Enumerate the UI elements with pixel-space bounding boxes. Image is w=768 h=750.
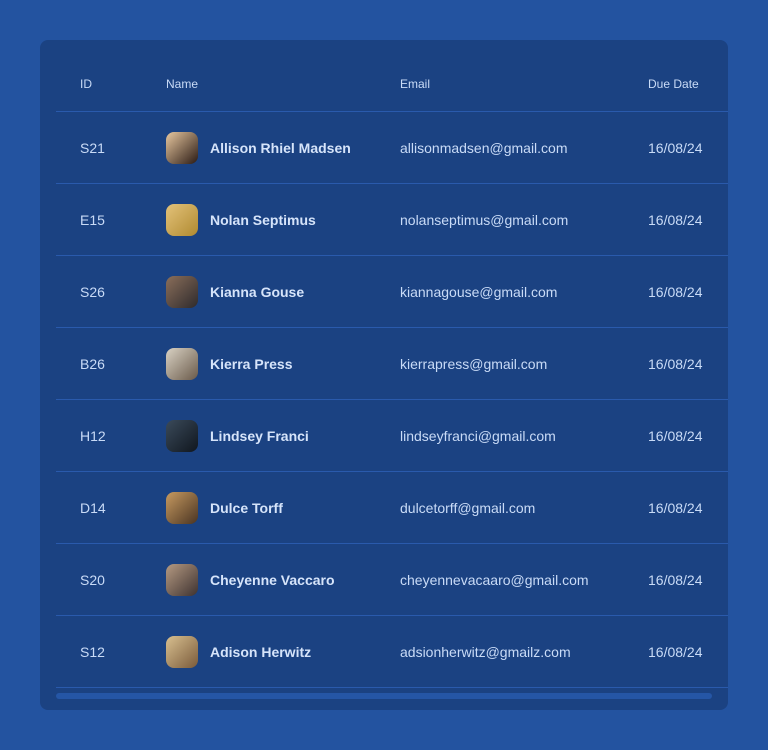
row-email: adsionherwitz@gmailz.com: [400, 643, 571, 660]
row-name-cell: Kierra Press: [166, 328, 293, 399]
row-email: lindseyfranci@gmail.com: [400, 427, 556, 444]
row-due-date: 16/08/24: [648, 427, 703, 444]
avatar: [166, 131, 198, 164]
header-id[interactable]: ID: [80, 56, 92, 111]
row-name: Cheyenne Vaccaro: [210, 571, 335, 588]
row-name: Dulce Torff: [210, 499, 283, 516]
row-email: dulcetorff@gmail.com: [400, 499, 536, 516]
row-id: B26: [80, 355, 105, 372]
row-id: S12: [80, 643, 105, 660]
avatar: [166, 419, 198, 452]
row-id: E15: [80, 211, 105, 228]
row-name: Nolan Septimus: [210, 211, 316, 228]
row-email: kierrapress@gmail.com: [400, 355, 548, 372]
avatar: [166, 203, 198, 236]
table-row[interactable]: B26 Kierra Press kierrapress@gmail.com 1…: [56, 328, 728, 400]
row-name: Adison Herwitz: [210, 643, 312, 660]
row-name: Kierra Press: [210, 355, 293, 372]
row-id: S26: [80, 283, 105, 300]
row-email: kiannagouse@gmail.com: [400, 283, 558, 300]
header-email[interactable]: Email: [400, 56, 430, 111]
row-name-cell: Allison Rhiel Madsen: [166, 112, 351, 183]
header-name[interactable]: Name: [166, 56, 198, 111]
data-table: ID Name Email Due Date S21 Allison Rhiel…: [56, 56, 728, 688]
row-name-cell: Lindsey Franci: [166, 400, 309, 471]
avatar: [166, 491, 198, 524]
row-name: Lindsey Franci: [210, 427, 309, 444]
row-due-date: 16/08/24: [648, 499, 703, 516]
table-row[interactable]: S26 Kianna Gouse kiannagouse@gmail.com 1…: [56, 256, 728, 328]
row-due-date: 16/08/24: [648, 283, 703, 300]
table-row[interactable]: H12 Lindsey Franci lindseyfranci@gmail.c…: [56, 400, 728, 472]
avatar: [166, 275, 198, 308]
row-name: Allison Rhiel Madsen: [210, 139, 351, 156]
row-due-date: 16/08/24: [648, 139, 703, 156]
avatar: [166, 635, 198, 668]
row-name-cell: Nolan Septimus: [166, 184, 316, 255]
row-email: nolanseptimus@gmail.com: [400, 211, 569, 228]
header-due-date[interactable]: Due Date: [648, 56, 699, 111]
row-id: D14: [80, 499, 106, 516]
avatar: [166, 563, 198, 596]
row-due-date: 16/08/24: [648, 355, 703, 372]
row-name-cell: Adison Herwitz: [166, 616, 311, 687]
table-row[interactable]: D14 Dulce Torff dulcetorff@gmail.com 16/…: [56, 472, 728, 544]
table-row[interactable]: S21 Allison Rhiel Madsen allisonmadsen@g…: [56, 112, 728, 184]
avatar: [166, 347, 198, 380]
table-row[interactable]: S12 Adison Herwitz adsionherwitz@gmailz.…: [56, 616, 728, 688]
row-email: cheyennevacaaro@gmail.com: [400, 571, 589, 588]
row-name-cell: Cheyenne Vaccaro: [166, 544, 335, 615]
table-row[interactable]: S20 Cheyenne Vaccaro cheyennevacaaro@gma…: [56, 544, 728, 616]
row-id: H12: [80, 427, 106, 444]
row-due-date: 16/08/24: [648, 571, 703, 588]
row-name-cell: Kianna Gouse: [166, 256, 304, 327]
row-email: allisonmadsen@gmail.com: [400, 139, 568, 156]
row-name: Kianna Gouse: [210, 283, 305, 300]
row-name-cell: Dulce Torff: [166, 472, 283, 543]
row-id: S20: [80, 571, 105, 588]
horizontal-scrollbar[interactable]: [56, 693, 712, 699]
data-table-card: ID Name Email Due Date S21 Allison Rhiel…: [40, 40, 728, 710]
row-id: S21: [80, 139, 105, 156]
table-header-row: ID Name Email Due Date: [56, 56, 728, 112]
row-due-date: 16/08/24: [648, 211, 703, 228]
table-row[interactable]: E15 Nolan Septimus nolanseptimus@gmail.c…: [56, 184, 728, 256]
row-due-date: 16/08/24: [648, 643, 703, 660]
